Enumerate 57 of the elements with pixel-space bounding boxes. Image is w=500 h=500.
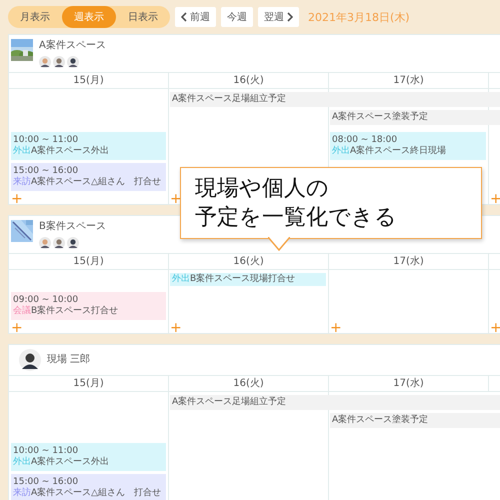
event-item[interactable]: 10:00 ~ 11:00 外出A案件スペース外出 — [11, 443, 166, 471]
member-avatar-icon — [53, 237, 65, 249]
nav-button[interactable]: 前週 — [175, 7, 216, 27]
member-avatar-icon — [39, 237, 51, 249]
callout-text: 現場や個人の — [195, 175, 329, 203]
event-item[interactable]: 15:00 ~ 16:00 来訪A案件スペース△組さん 打合せ — [11, 474, 166, 500]
event-title: 来訪A案件スペース△組さん 打合せ — [13, 488, 162, 499]
day-label: 15(月) — [73, 75, 104, 86]
event-title: 外出A案件スペース終日現場 — [332, 146, 448, 157]
event-title: 外出A案件スペース外出 — [13, 146, 110, 157]
callout-text: 予定を一覧化できる — [195, 204, 397, 232]
card-title[interactable]: A案件スペース — [39, 39, 106, 53]
event-title: 外出A案件スペース外出 — [13, 457, 110, 468]
event-title: 会議B案件スペース打合せ — [13, 306, 120, 317]
nav-button[interactable]: 翌週 — [258, 7, 299, 27]
member-avatar-icon — [67, 56, 79, 68]
member-avatar-icon — [53, 56, 65, 68]
event-time: 09:00 ~ 10:00 — [13, 295, 80, 305]
day-label: 17(水) — [393, 256, 424, 267]
event-item[interactable]: 15:00 ~ 16:00 来訪A案件スペース△組さん 打合せ — [11, 163, 166, 191]
member-avatar-icon — [39, 56, 51, 68]
event-item[interactable]: 10:00 ~ 11:00 外出A案件スペース外出 — [11, 132, 166, 160]
event-time: 10:00 ~ 11:00 — [13, 135, 80, 145]
event-item[interactable]: 08:00 ~ 18:00 外出A案件スペース終日現場 — [330, 132, 486, 160]
card-title[interactable]: 現場 三郎 — [47, 353, 90, 367]
day-label: 15(月) — [73, 378, 104, 389]
event-item[interactable]: A案件スペース足場組立予定 — [170, 92, 500, 107]
event-title: A案件スペース足場組立予定 — [172, 397, 288, 408]
event-title: A案件スペース足場組立予定 — [172, 94, 288, 105]
event-title: A案件スペース塗装予定 — [332, 415, 430, 426]
day-label: 15(月) — [73, 256, 104, 267]
event-item[interactable]: A案件スペース塗装予定 — [330, 413, 500, 428]
current-date: 2021年3月18日(木) — [308, 10, 410, 24]
event-item[interactable]: 外出B案件スペース現場打合せ — [170, 273, 326, 286]
card-title[interactable]: B案件スペース — [39, 220, 106, 234]
day-label: 17(水) — [393, 75, 424, 86]
event-title: 外出B案件スペース現場打合せ — [172, 274, 296, 285]
event-time: 15:00 ~ 16:00 — [13, 477, 80, 487]
view-tab[interactable]: 日表示 — [116, 6, 170, 28]
event-time: 15:00 ~ 16:00 — [13, 166, 80, 176]
avatar-icon — [19, 349, 41, 371]
chevron-right-icon — [287, 12, 293, 22]
view-tab[interactable]: 月表示 — [8, 6, 62, 28]
event-item[interactable]: 09:00 ~ 10:00 会議B案件スペース打合せ — [11, 292, 166, 320]
event-title: A案件スペース塗装予定 — [332, 112, 430, 123]
event-time: 10:00 ~ 11:00 — [13, 446, 80, 456]
day-label: 16(火) — [233, 256, 264, 267]
event-item[interactable]: A案件スペース足場組立予定 — [170, 395, 500, 410]
day-label: 16(火) — [233, 378, 264, 389]
event-title: 来訪A案件スペース△組さん 打合せ — [13, 177, 162, 188]
member-avatar-icon — [67, 237, 79, 249]
day-label: 17(水) — [393, 378, 424, 389]
event-time: 08:00 ~ 18:00 — [332, 135, 398, 145]
day-label: 16(火) — [233, 75, 264, 86]
chevron-left-icon — [181, 12, 187, 22]
event-item[interactable]: A案件スペース塗装予定 — [330, 110, 500, 125]
nav-button[interactable]: 今週 — [221, 7, 253, 27]
